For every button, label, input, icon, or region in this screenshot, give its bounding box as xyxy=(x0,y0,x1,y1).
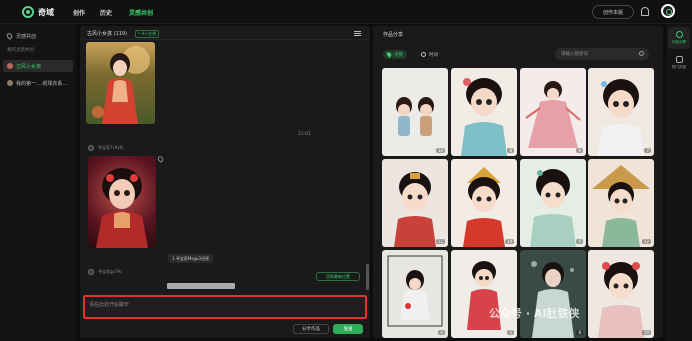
gallery-thumbnail[interactable]: 10 xyxy=(588,250,654,338)
location-icon xyxy=(5,32,14,40)
like-count: 9 xyxy=(576,148,583,153)
gallery-thumbnail[interactable]: 10 xyxy=(382,68,448,156)
send-button[interactable]: 发送 xyxy=(333,324,363,334)
like-count: 6 xyxy=(438,330,445,335)
scrollbar[interactable] xyxy=(366,264,369,290)
pin-icon[interactable] xyxy=(156,155,165,163)
rail-label: 热门共创 xyxy=(672,65,686,69)
rail-label: 作品分享 xyxy=(672,40,686,44)
rail-chat-button[interactable]: 热门共创 xyxy=(668,52,690,74)
watermark: 公众号 · AI肚铁侠 xyxy=(489,307,580,320)
like-count: 8 xyxy=(507,148,514,153)
nav-inspiration[interactable]: 灵感共创 xyxy=(129,8,153,17)
right-rail: 作品分享 热门共创 xyxy=(666,24,692,341)
sidebar-item-girl[interactable]: 古风小女孩 xyxy=(3,60,73,72)
sidebar-item-label: 古风小女孩 xyxy=(16,63,42,70)
user-avatar-icon xyxy=(88,145,94,151)
create-button[interactable]: 创作本版 xyxy=(592,5,634,19)
gallery-thumbnail[interactable]: 8 xyxy=(451,68,517,156)
share-icon xyxy=(675,31,683,38)
gallery-thumbnail[interactable]: 5 xyxy=(451,250,517,338)
like-count: 8 xyxy=(576,330,583,335)
room-avatar-icon xyxy=(7,80,13,86)
gallery-thumbnail[interactable]: 9 xyxy=(520,159,586,247)
chat-header: 古风小女孩 (119) • 4人在线 xyxy=(80,26,370,40)
like-count: 10 xyxy=(435,148,445,153)
gallery-title: 作品分享 xyxy=(383,32,404,38)
like-count: 14 xyxy=(504,239,514,244)
clock-icon xyxy=(421,52,426,57)
gallery-thumbnail[interactable]: 7 xyxy=(588,68,654,156)
avatar[interactable] xyxy=(661,4,675,18)
sidebar-item-label: 灵感共创 xyxy=(16,33,37,40)
gallery-thumbnail[interactable]: 11 xyxy=(382,159,448,247)
like-count: 9 xyxy=(576,239,583,244)
chat-image[interactable] xyxy=(88,156,156,248)
online-badge: • 4人在线 xyxy=(135,30,160,38)
chat-panel: 古风小女孩 (119) • 4人在线 21:01 寻宝家7c9yfk 1 寻宝家… xyxy=(80,26,370,338)
sidebar-section-label: 我的灵感共创 xyxy=(7,48,34,53)
user-avatar-icon xyxy=(88,269,94,275)
filter-label: 点赞 xyxy=(394,52,403,58)
like-count: 5 xyxy=(507,330,514,335)
chat-input[interactable] xyxy=(89,300,359,310)
sidebar: 灵感共创 我的灵感共创 古风小女孩 我的第一....纸球衣系... xyxy=(0,24,76,341)
gallery-thumbnail[interactable]: 12 xyxy=(588,159,654,247)
message-timestamp: 21:01 xyxy=(298,132,311,137)
top-bar: 奇域 创作 历史 灵感共创 创作本版 xyxy=(0,0,692,24)
filter-likes[interactable]: 点赞 xyxy=(383,50,407,59)
sidebar-item-second[interactable]: 我的第一....纸球衣系... xyxy=(3,77,73,89)
chat-title: 古风小女孩 (119) xyxy=(87,31,128,37)
share-work-button[interactable]: 分享作品 xyxy=(293,324,329,334)
like-count: 10 xyxy=(641,330,651,335)
message-author: 寻宝家ga79c xyxy=(88,269,122,275)
filter-time[interactable]: 时间 xyxy=(417,50,442,59)
search-input[interactable] xyxy=(561,50,635,58)
brand-name: 奇域 xyxy=(38,8,54,17)
username: 寻宝家7c9yfk xyxy=(98,145,124,150)
filter-label: 时间 xyxy=(429,52,438,58)
like-count: 7 xyxy=(644,148,651,153)
like-count: 12 xyxy=(641,239,651,244)
rail-share-button[interactable]: 作品分享 xyxy=(668,27,690,49)
reference-chip[interactable]: 1 寻宝家Msgu3还原 xyxy=(168,254,213,263)
sidebar-item-inspiration[interactable]: 灵感共创 xyxy=(3,30,73,42)
location-icon xyxy=(385,51,393,58)
nav-history[interactable]: 历史 xyxy=(100,8,112,17)
chat-input-box[interactable] xyxy=(83,295,367,319)
gallery-thumbnail[interactable]: 6 xyxy=(382,250,448,338)
chip-label: 1 寻宝家Msgu3还原 xyxy=(172,255,209,261)
logo-icon[interactable] xyxy=(22,6,34,18)
back-to-latest-button[interactable]: 回到最新位置 xyxy=(316,272,360,281)
gallery-search[interactable] xyxy=(555,48,649,60)
chat-image[interactable] xyxy=(86,42,155,124)
menu-icon[interactable] xyxy=(354,31,361,36)
like-count: 11 xyxy=(435,239,445,244)
message-placeholder-bar xyxy=(167,283,235,289)
gallery-thumbnail[interactable]: 8 xyxy=(520,250,586,338)
bell-icon[interactable] xyxy=(641,7,649,16)
search-icon[interactable] xyxy=(639,51,644,56)
room-avatar-icon xyxy=(7,63,13,69)
people-icon xyxy=(675,56,683,63)
gallery-thumbnail[interactable]: 14 xyxy=(451,159,517,247)
message-author: 寻宝家7c9yfk xyxy=(88,145,123,151)
nav-create[interactable]: 创作 xyxy=(73,8,85,17)
gallery-thumbnail[interactable]: 9 xyxy=(520,68,586,156)
sidebar-item-label: 我的第一....纸球衣系... xyxy=(16,80,68,87)
username: 寻宝家ga79c xyxy=(98,269,123,274)
